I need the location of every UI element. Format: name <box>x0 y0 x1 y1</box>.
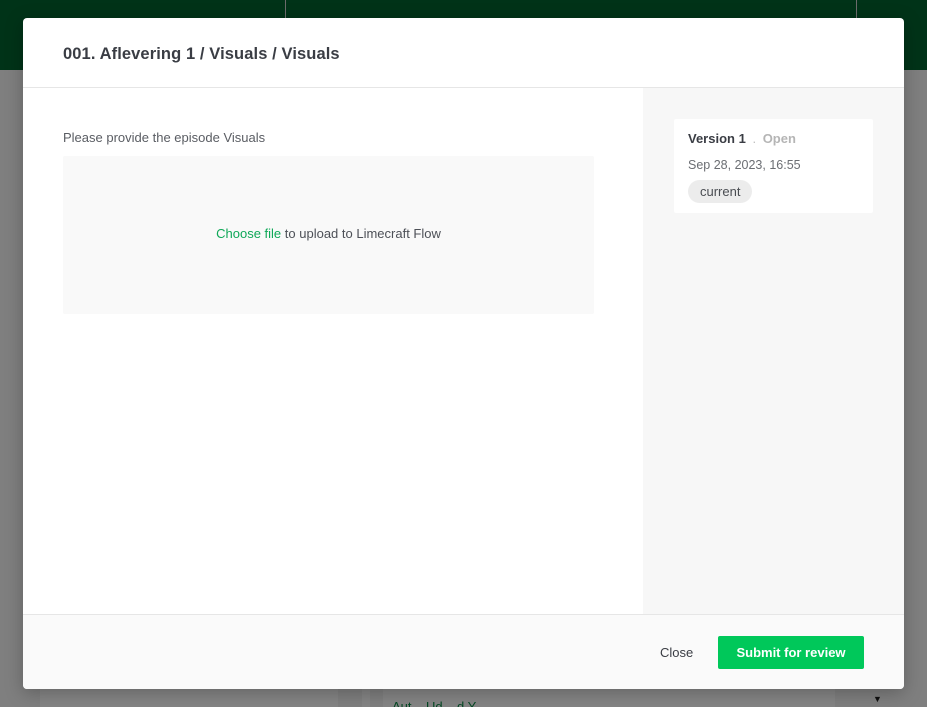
choose-file-link[interactable]: Choose file <box>216 226 281 241</box>
version-name: Version 1 <box>688 131 746 146</box>
version-date: Sep 28, 2023, 16:55 <box>688 158 801 172</box>
version-header: Version 1 . Open <box>688 131 796 146</box>
version-separator: . <box>752 131 757 146</box>
modal-title: 001. Aflevering 1 / Visuals / Visuals <box>63 45 340 63</box>
dropzone-text: Choose file to upload to Limecraft Flow <box>63 226 594 241</box>
modal-main: Please provide the episode Visuals Choos… <box>23 88 643 614</box>
version-card[interactable]: Version 1 . Open Sep 28, 2023, 16:55 cur… <box>674 119 873 213</box>
modal-header: 001. Aflevering 1 / Visuals / Visuals <box>23 18 904 88</box>
current-badge: current <box>688 180 753 203</box>
upload-modal: 001. Aflevering 1 / Visuals / Visuals Pl… <box>23 18 904 689</box>
close-button[interactable]: Close <box>648 637 705 667</box>
modal-footer: Close Submit for review <box>23 614 904 689</box>
version-sidebar: Version 1 . Open Sep 28, 2023, 16:55 cur… <box>643 88 904 614</box>
version-status: Open <box>762 131 796 146</box>
submit-for-review-button[interactable]: Submit for review <box>718 636 864 669</box>
upload-destination-text: to upload to Limecraft Flow <box>281 226 441 241</box>
file-dropzone[interactable]: Choose file to upload to Limecraft Flow <box>63 156 594 314</box>
upload-prompt: Please provide the episode Visuals <box>63 130 266 145</box>
